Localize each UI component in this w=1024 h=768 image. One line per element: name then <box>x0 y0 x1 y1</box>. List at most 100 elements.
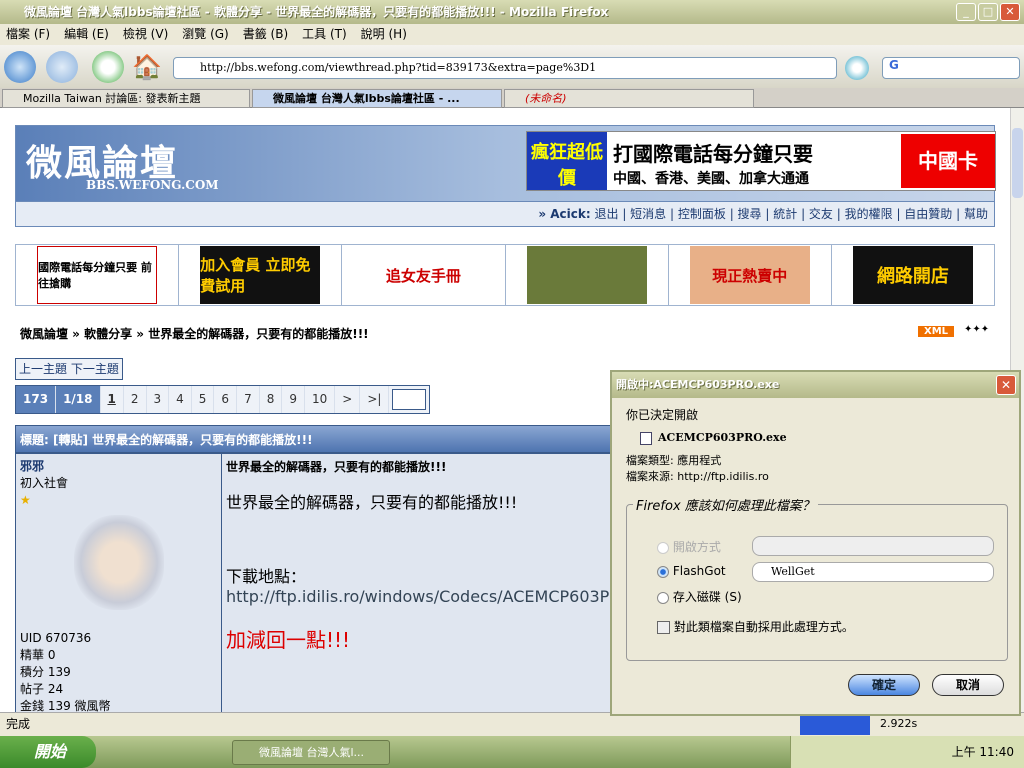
page-link[interactable]: 6 <box>214 386 238 413</box>
cancel-button[interactable]: 取消 <box>932 674 1004 696</box>
ad-join[interactable]: 加入會員 立即免費試用 <box>200 246 321 304</box>
tab-bar: Mozilla Taiwan 討論區: 發表新主題 微風論壇 台灣人氣lbbs論… <box>0 88 1024 108</box>
forum-banner: 微風論壇 BBS.WEFONG.COM 瘋狂超低價 打國際電話每分鐘只要 中國、… <box>15 125 996 227</box>
menu-tools[interactable]: 工具 (T) <box>302 24 347 45</box>
ad-text-2: 中國、香港、美國、加拿大通通 <box>613 171 809 187</box>
home-button[interactable]: 🏠 <box>132 53 162 81</box>
ad-strip: 國際電話每分鐘只要 前往搶購 加入會員 立即免費試用 追女友手冊 現正熱賣中 網… <box>15 244 995 306</box>
window-title: 微風論壇 台灣人氣lbbs論壇社區 - 軟體分享 - 世界最全的解碼器，只要有的… <box>0 0 1024 24</box>
download-label: 下載地點： <box>226 567 307 586</box>
nav-messages[interactable]: 短消息 <box>630 207 666 221</box>
ad-girlfriend[interactable]: 追女友手冊 <box>363 246 483 304</box>
ad-phone-card[interactable]: 國際電話每分鐘只要 前往搶購 <box>37 246 158 304</box>
open-file-dialog: 開啟中:ACEMCP603PRO.exe ✕ 你已決定開啟 ACEMCP603P… <box>610 370 1021 716</box>
tab-mozilla-taiwan[interactable]: Mozilla Taiwan 討論區: 發表新主題 <box>2 89 250 108</box>
flashgot-option[interactable]: FlashGot <box>657 564 726 578</box>
author-rank: 初入社會 <box>20 476 69 490</box>
page-link[interactable]: 2 <box>124 386 147 413</box>
author-digest: 精華 0 <box>20 648 56 662</box>
back-button[interactable] <box>4 51 36 83</box>
start-button[interactable]: 開始 <box>0 736 96 768</box>
ad-open-store[interactable]: 網路開店 <box>852 246 973 304</box>
menu-view[interactable]: 檢視 (V) <box>123 24 168 45</box>
handling-group: Firefox 應該如何處理此檔案？ 開啟方式 FlashGot WellGet… <box>626 495 1008 661</box>
file-type: 應用程式 <box>677 454 722 467</box>
page-link[interactable]: 7 <box>237 386 260 413</box>
pager-current: 1/18 <box>56 386 101 413</box>
nav-help[interactable]: 幫助 <box>964 207 988 221</box>
page-link[interactable]: 10 <box>305 386 336 413</box>
banner-ad[interactable]: 瘋狂超低價 打國際電話每分鐘只要 中國、香港、美國、加拿大通通 中國卡 <box>526 131 996 191</box>
nav-search[interactable]: 搜尋 <box>738 207 762 221</box>
nav-friends[interactable]: 交友 <box>809 207 833 221</box>
ad-hot-sale[interactable]: 現正熱賣中 <box>689 246 810 304</box>
google-icon: G <box>889 58 899 72</box>
nav-permissions[interactable]: 我的權限 <box>845 207 893 221</box>
ime-indicator[interactable] <box>800 715 870 735</box>
page-next[interactable]: > <box>335 386 361 413</box>
avatar <box>73 515 164 610</box>
save-to-disk-option[interactable]: 存入磁碟 (S) <box>657 588 742 605</box>
page-last[interactable]: >| <box>360 386 390 413</box>
author-posts: 帖子 24 <box>20 682 64 696</box>
page-link[interactable]: 4 <box>169 386 192 413</box>
forward-button[interactable] <box>46 51 78 83</box>
post-heading: 世界最全的解碼器，只要有的都能播放!!! <box>226 460 447 474</box>
open-with-select <box>752 536 994 556</box>
author-uid: UID 670736 <box>20 631 92 645</box>
post-note: 加減回一點!!! <box>226 628 351 652</box>
page-jump-input[interactable] <box>392 389 427 410</box>
url-input[interactable]: http://bbs.wefong.com/viewthread.php?tid… <box>173 57 837 79</box>
open-with-option[interactable]: 開啟方式 <box>657 538 721 555</box>
page-load-timer: 2.922s <box>880 717 918 730</box>
ad-card: 中國卡 <box>901 134 995 188</box>
maximize-button[interactable]: □ <box>978 3 998 21</box>
page-link[interactable]: 3 <box>147 386 170 413</box>
prev-next-topic[interactable]: 上一主題 下一主題 <box>15 358 123 380</box>
user-nav: » Acick: 退出 | 短消息 | 控制面板 | 搜尋 | 統計 | 交友 … <box>16 201 994 226</box>
page-link[interactable]: 9 <box>282 386 305 413</box>
open-with-label: 開啟方式 <box>672 540 721 554</box>
forum-logo-sub: BBS.WEFONG.COM <box>86 178 219 192</box>
tab-wefong[interactable]: 微風論壇 台灣人氣lbbs論壇社區 - ... <box>252 89 502 108</box>
pager: 173 1/18 1 2 3 4 5 6 7 8 9 10 > >| <box>15 385 431 414</box>
dialog-title: 開啟中:ACEMCP603PRO.exe <box>612 372 1019 398</box>
flashgot-label: FlashGot <box>672 564 726 578</box>
download-link[interactable]: http://ftp.idilis.ro/windows/Codecs/ACEM… <box>226 587 622 606</box>
menu-edit[interactable]: 編輯 (E) <box>64 24 109 45</box>
dialog-close-button[interactable]: ✕ <box>996 375 1016 395</box>
taskbar-firefox-window[interactable]: 微風論壇 台灣人氣l... <box>232 740 390 765</box>
post-body: 世界最全的解碼器，只要有的都能播放!!! 世界最全的解碼器，只要有的都能播放!!… <box>222 453 622 712</box>
minimize-button[interactable]: _ <box>956 3 976 21</box>
post-text: 世界最全的解碼器，只要有的都能播放!!! <box>226 493 518 512</box>
page-link[interactable]: 5 <box>192 386 215 413</box>
reload-button[interactable] <box>92 51 124 83</box>
go-button[interactable] <box>845 56 869 80</box>
page-link[interactable]: 8 <box>260 386 283 413</box>
tab-untitled[interactable]: (未命名) <box>504 89 754 108</box>
author-name[interactable]: 邪邪 <box>20 458 217 475</box>
nav-stats[interactable]: 統計 <box>773 207 797 221</box>
close-button[interactable]: ✕ <box>1000 3 1020 21</box>
nav-control-panel[interactable]: 控制面板 <box>678 207 726 221</box>
flashgot-select[interactable]: WellGet <box>752 562 994 582</box>
exe-file-icon <box>640 432 652 445</box>
search-input[interactable]: G <box>882 57 1020 79</box>
menu-go[interactable]: 瀏覽 (G) <box>182 24 228 45</box>
breadcrumb[interactable]: 微風論壇 » 軟體分享 » 世界最全的解碼器，只要有的都能播放!!! <box>20 325 369 342</box>
ok-button[interactable]: 確定 <box>848 674 920 696</box>
auto-handle-checkbox[interactable]: 對此類檔案自動採用此處理方式。 <box>657 618 854 635</box>
handling-legend: Firefox 應該如何處理此檔案？ <box>636 499 815 514</box>
menu-file[interactable]: 檔案 (F) <box>6 24 50 45</box>
xml-badge[interactable]: XML <box>918 326 955 337</box>
nav-donate[interactable]: 自由贊助 <box>904 207 952 221</box>
page-link[interactable]: 1 <box>101 386 124 413</box>
ad-speakers[interactable] <box>526 246 647 304</box>
taskbar: 開始 微風論壇 台灣人氣l... 上午 11:40 <box>0 736 1024 768</box>
menu-help[interactable]: 說明 (H) <box>361 24 407 45</box>
ad-text: 打國際電話每分鐘只要 <box>613 142 813 166</box>
nav-logout[interactable]: 退出 <box>594 207 618 221</box>
ad-tag: 瘋狂超低價 <box>527 132 607 190</box>
menu-bookmarks[interactable]: 書籤 (B) <box>243 24 288 45</box>
arrows-icon[interactable]: ✦✦✦ <box>964 324 989 335</box>
